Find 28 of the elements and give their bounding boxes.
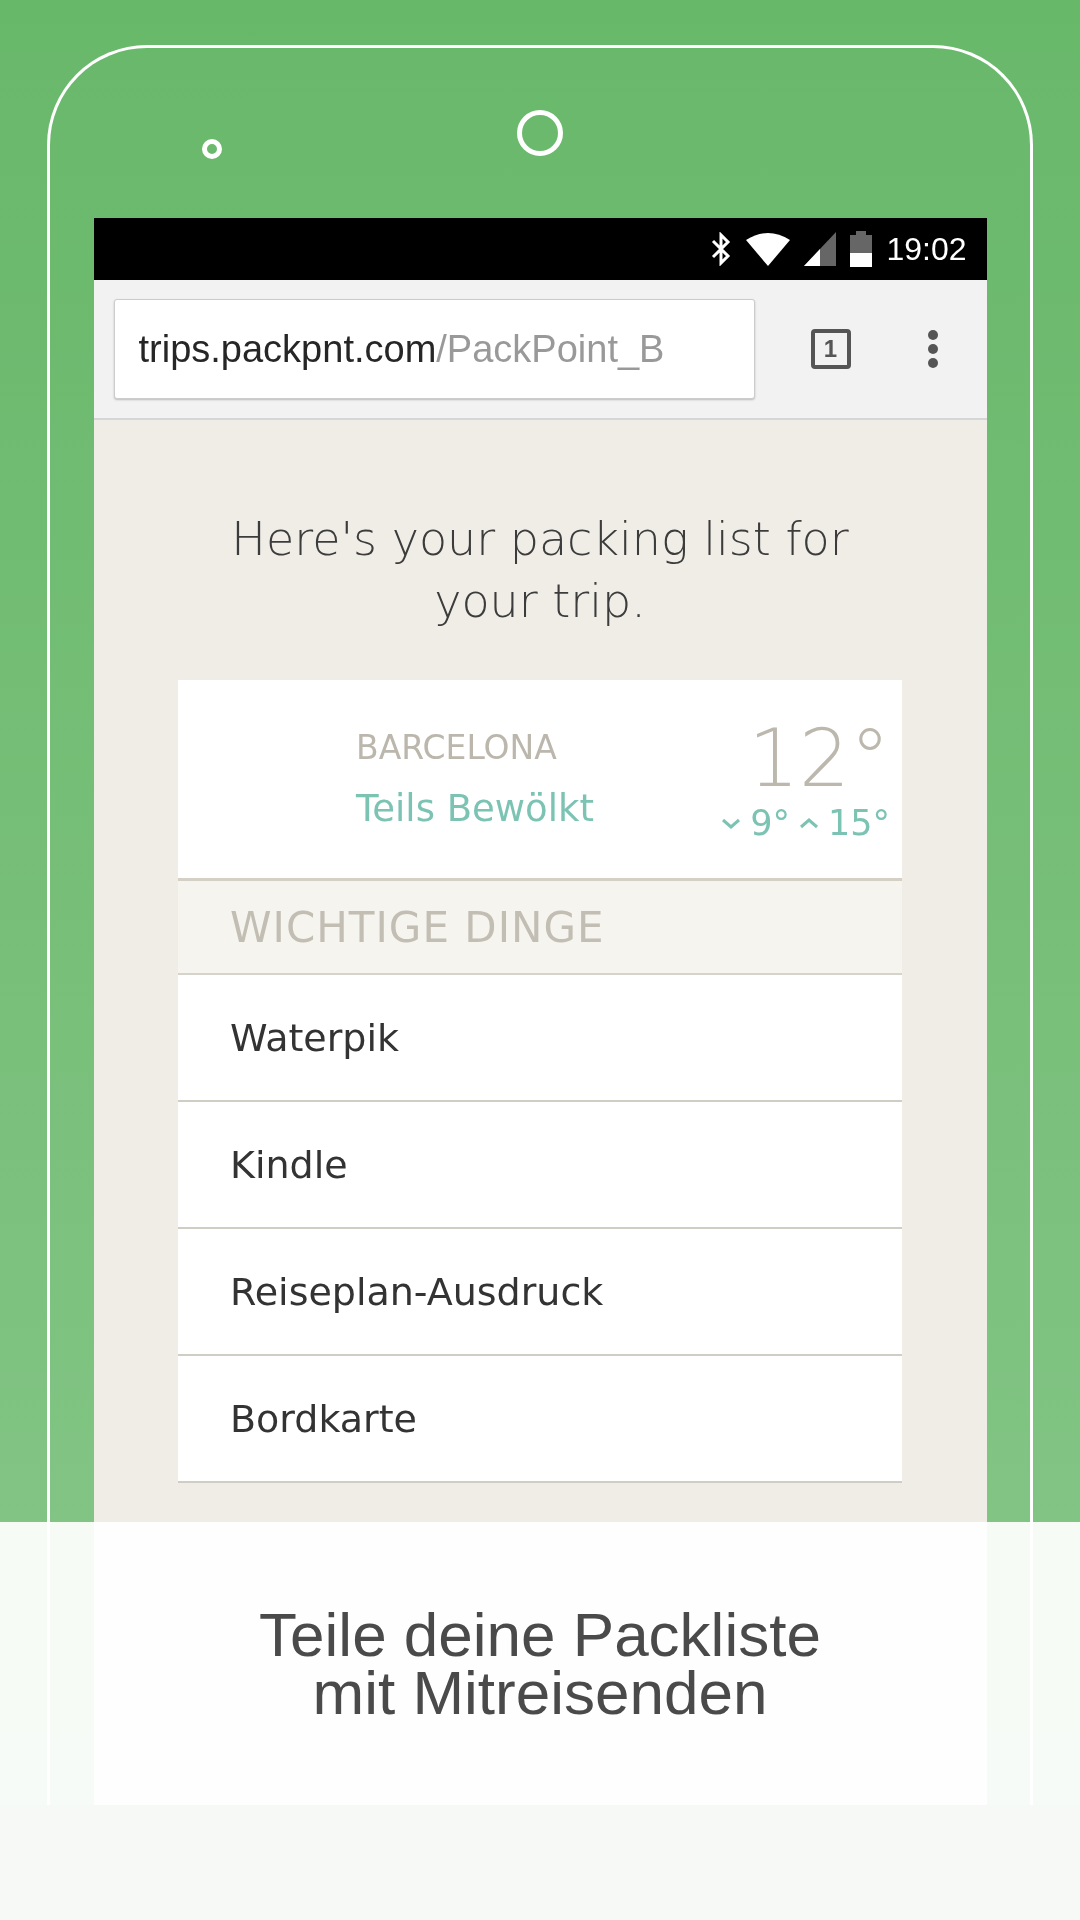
- speaker-icon: [517, 110, 563, 156]
- list-item[interactable]: Reiseplan-Ausdruck: [178, 1229, 902, 1356]
- temperature: 12°: [748, 715, 890, 803]
- high-temperature: 15°: [827, 803, 890, 843]
- caption-text: Teile deine Packliste mit Mitreisenden: [258, 1605, 822, 1722]
- wifi-icon: [746, 232, 791, 266]
- bluetooth-icon: [710, 232, 733, 266]
- chevron-up-icon: [797, 816, 820, 830]
- page-heading: Here's your packing list for your trip.: [230, 511, 850, 630]
- item-label: Reiseplan-Ausdruck: [230, 1269, 604, 1314]
- clock-time: 19:02: [886, 230, 967, 268]
- item-label: Kindle: [230, 1142, 348, 1187]
- chevron-down-icon: [720, 816, 743, 830]
- low-temperature: 9°: [750, 803, 790, 843]
- item-label: Waterpik: [230, 1015, 399, 1060]
- list-item[interactable]: Kindle: [178, 1102, 902, 1229]
- list-item[interactable]: Bordkarte: [178, 1356, 902, 1483]
- battery-icon: [850, 231, 873, 267]
- weather-condition: Teils Bewölkt: [356, 787, 594, 830]
- tab-count-button[interactable]: 1: [810, 329, 851, 369]
- camera-icon: [202, 139, 222, 159]
- section-title: WICHTIGE DINGE: [230, 902, 605, 952]
- signal-icon: [804, 232, 837, 266]
- city-name: BARCELONA: [356, 728, 557, 767]
- list-item[interactable]: Waterpik: [178, 975, 902, 1102]
- address-field[interactable]: trips.packpnt.com/PackPoint_B: [113, 299, 755, 399]
- menu-icon[interactable]: [926, 329, 939, 369]
- item-label: Bordkarte: [230, 1396, 417, 1441]
